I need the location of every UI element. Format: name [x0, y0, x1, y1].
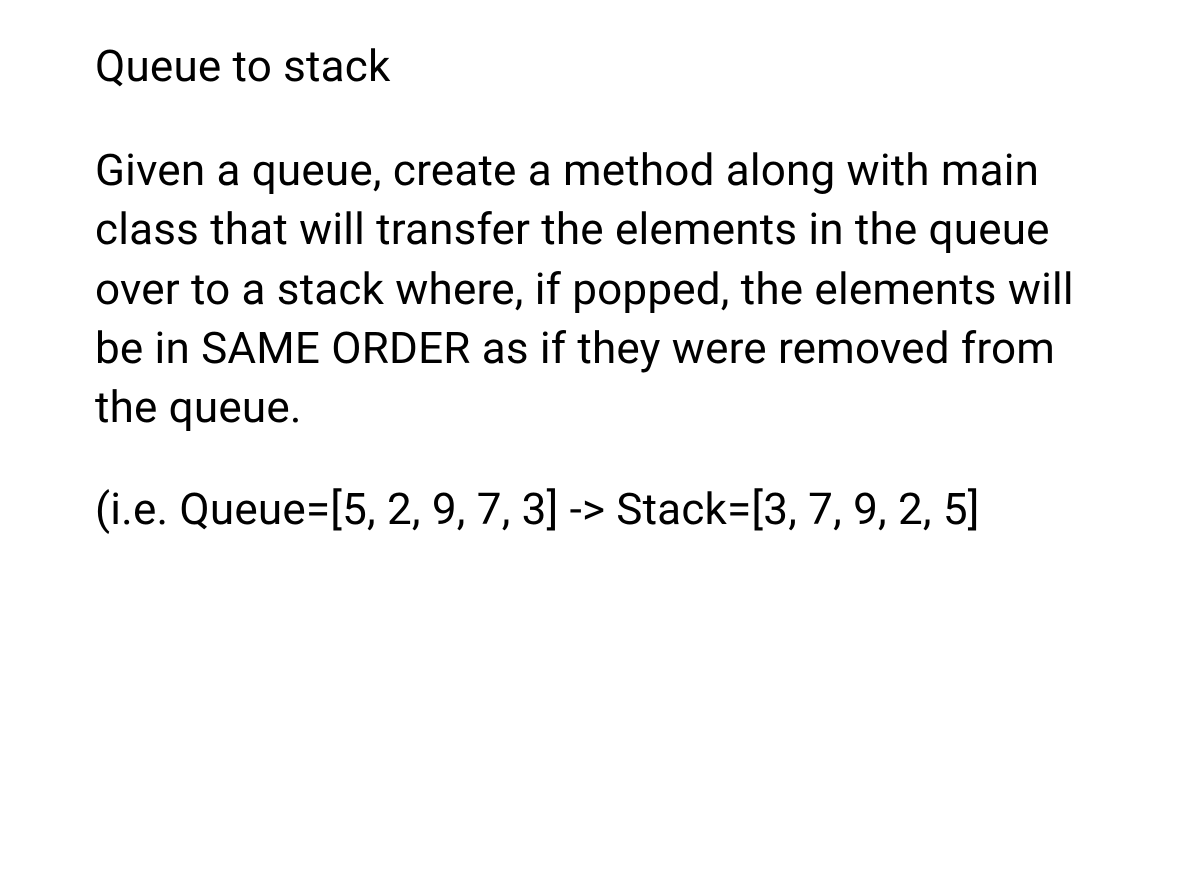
- document-page: Queue to stack Given a queue, create a m…: [0, 0, 1198, 579]
- document-title: Queue to stack: [95, 40, 1103, 93]
- problem-description: Given a queue, create a method along wit…: [95, 141, 1103, 438]
- example-text: (i.e. Queue=[5, 2, 9, 7, 3] -> Stack=[3,…: [95, 480, 1103, 539]
